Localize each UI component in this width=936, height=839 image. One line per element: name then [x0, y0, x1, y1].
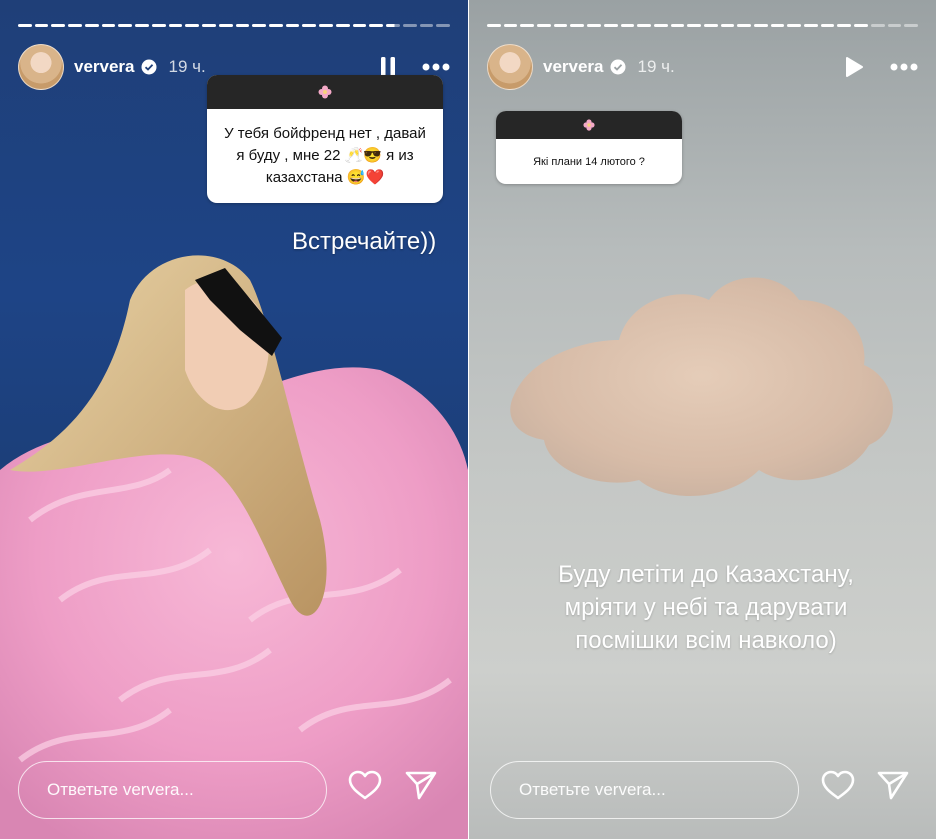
question-text: У тебя бойфренд нет , давай я буду , мне…	[224, 125, 426, 186]
story-header: ververa 19 ч.	[487, 44, 918, 90]
flower-icon	[318, 85, 332, 99]
like-button[interactable]	[348, 770, 382, 805]
post-time: 19 ч.	[168, 57, 206, 76]
flower-icon	[583, 119, 595, 131]
story-right[interactable]: ververa 19 ч. Які плани 14 лютого ? Буду…	[469, 0, 936, 839]
more-options-button[interactable]	[422, 63, 450, 71]
username[interactable]: ververa	[543, 57, 604, 77]
question-sticker: Які плани 14 лютого ?	[496, 111, 682, 184]
like-button[interactable]	[821, 770, 855, 805]
send-icon	[405, 771, 437, 800]
username[interactable]: ververa	[74, 57, 135, 77]
verified-badge-icon	[141, 59, 157, 75]
more-icon	[890, 63, 918, 71]
reply-input[interactable]: Ответьте ververa...	[18, 761, 327, 819]
reply-input[interactable]: Ответьте ververa...	[490, 761, 799, 819]
question-sticker: У тебя бойфренд нет , давай я буду , мне…	[207, 75, 443, 203]
avatar[interactable]	[487, 44, 533, 90]
story-progress-bar	[18, 24, 451, 27]
story-left[interactable]: ververa 19 ч. У тебя бойфренд нет , дава…	[0, 0, 468, 839]
post-time: 19 ч.	[637, 57, 675, 76]
heart-icon	[348, 770, 382, 800]
story-caption: Буду летіти до Казахстану, мріяти у небі…	[558, 561, 854, 654]
share-button[interactable]	[405, 770, 437, 805]
verified-badge-icon	[610, 59, 626, 75]
play-button[interactable]	[844, 56, 864, 78]
avatar[interactable]	[18, 44, 64, 90]
play-icon	[846, 57, 863, 77]
story-caption: Встречайте))	[292, 228, 437, 255]
heart-icon	[821, 770, 855, 800]
send-icon	[877, 771, 909, 800]
more-options-button[interactable]	[890, 63, 918, 71]
story-progress-bar	[487, 24, 918, 27]
share-button[interactable]	[877, 770, 909, 805]
more-icon	[422, 63, 450, 71]
question-text: Які плани 14 лютого ?	[533, 155, 645, 168]
